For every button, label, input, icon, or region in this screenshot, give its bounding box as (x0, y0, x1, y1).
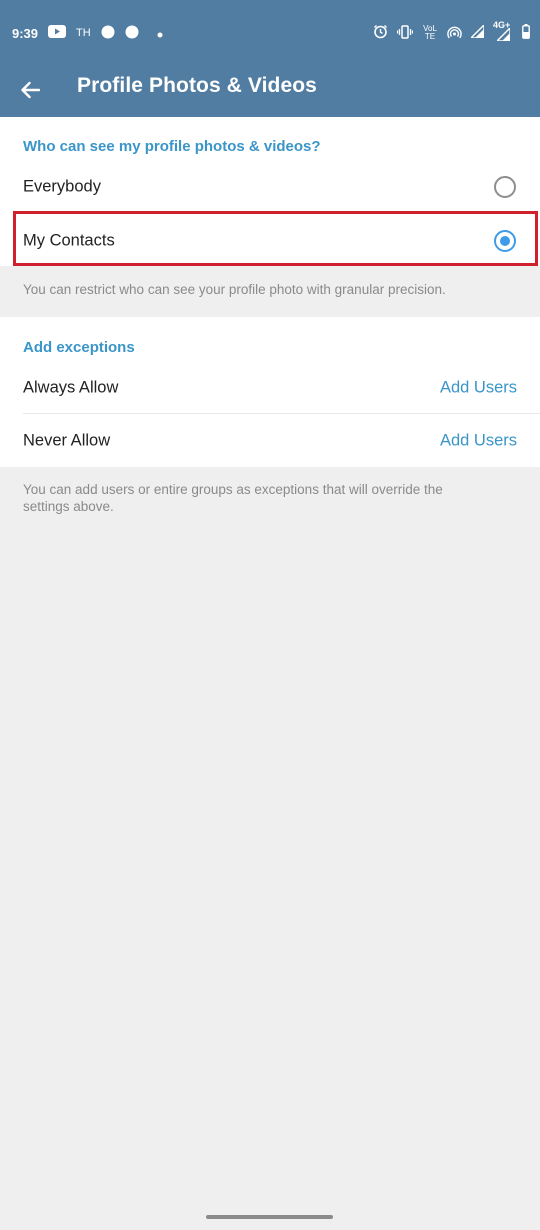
carrier-label: TH (76, 27, 91, 39)
battery-icon (522, 24, 530, 42)
status-bar-right: VoLTE 4G+ (373, 20, 530, 43)
exceptions-section: Add exceptions Always Allow Add Users Ne… (0, 317, 540, 467)
row-label: Never Allow (23, 431, 111, 449)
option-label: My Contacts (23, 231, 115, 249)
alarm-icon (373, 24, 388, 42)
visibility-header: Who can see my profile photos & videos? (23, 138, 321, 155)
small-dot-icon (157, 26, 163, 41)
youtube-icon (48, 25, 67, 41)
app-bar: Profile Photos & Videos (0, 66, 540, 117)
arrow-left-icon (21, 81, 40, 99)
never-allow-add-users-link[interactable]: Add Users (440, 431, 517, 450)
vibrate-icon (396, 24, 414, 42)
option-my-contacts[interactable]: My Contacts (0, 214, 540, 267)
always-allow-row[interactable]: Always Allow Add Users (0, 361, 540, 414)
status-time: 9:39 (12, 25, 39, 41)
status-bar-left: 9:39 TH (12, 24, 163, 42)
radio-everybody[interactable] (494, 175, 516, 198)
exceptions-header: Add exceptions (23, 339, 135, 356)
option-label: Everybody (23, 177, 101, 195)
app-header: 9:39 TH VoLTE 4G+ Profile Photos & Video… (0, 0, 540, 117)
back-button[interactable] (12, 72, 48, 108)
radio-my-contacts[interactable] (494, 229, 516, 252)
exceptions-note: You can add users or entire groups as ex… (23, 482, 443, 514)
notification-dot-icon (101, 25, 115, 42)
never-allow-row[interactable]: Never Allow Add Users (0, 414, 540, 467)
home-indicator[interactable] (206, 1215, 333, 1219)
radio-selected-dot (500, 235, 510, 246)
hotspot-icon (447, 25, 462, 42)
page-title: Profile Photos & Videos (77, 74, 317, 97)
signal-4g-icon: 4G+ (493, 20, 513, 41)
status-bar: 9:39 TH VoLTE 4G+ (0, 0, 540, 66)
volte-icon: VoLTE (423, 24, 437, 41)
visibility-section: Who can see my profile photos & videos? … (0, 117, 540, 266)
notification-dot-icon (125, 25, 139, 42)
row-label: Always Allow (23, 378, 119, 396)
visibility-note: You can restrict who can see your profil… (23, 282, 446, 297)
signal-icon (469, 23, 485, 41)
option-everybody[interactable]: Everybody (0, 160, 540, 213)
always-allow-add-users-link[interactable]: Add Users (440, 378, 517, 397)
